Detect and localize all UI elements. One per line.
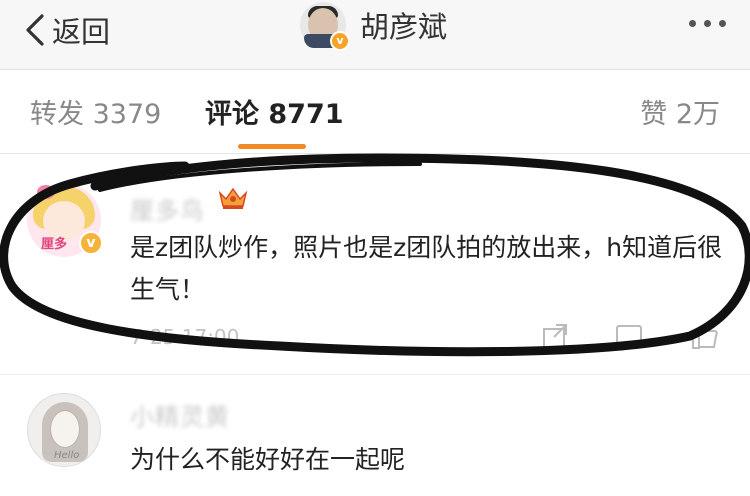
comment-timestamp: 7-25 17:00 xyxy=(130,325,240,349)
back-button[interactable]: 返回 xyxy=(22,10,110,50)
comment-text: 为什么不能好好在一起呢 xyxy=(130,445,406,474)
top-nav-bar: 返回 v 胡彦斌 xyxy=(0,0,750,70)
comment-tabs: 转发 3379 评论 8771 赞 2万 xyxy=(0,70,750,154)
thumbs-up-icon[interactable] xyxy=(690,321,720,351)
profile-title[interactable]: v 胡彦斌 xyxy=(300,0,448,51)
tab-repost[interactable]: 转发 3379 xyxy=(30,92,161,131)
more-options-icon[interactable] xyxy=(689,20,726,27)
avatar[interactable]: Hello xyxy=(27,393,101,467)
avatar[interactable]: v xyxy=(300,2,350,51)
gold-verified-badge-icon: v xyxy=(79,231,103,255)
comment-username[interactable]: 小精灵黄 xyxy=(130,397,230,432)
comment-username[interactable]: 厘多鸟 xyxy=(130,191,205,226)
tab-likes[interactable]: 赞 2万 xyxy=(640,92,720,131)
crown-icon xyxy=(218,187,248,209)
verified-badge-icon: v xyxy=(330,31,350,51)
tab-comments[interactable]: 评论 8771 xyxy=(205,92,344,131)
avatar[interactable]: 厘多 v xyxy=(27,183,103,257)
page-title: 胡彦斌 xyxy=(360,10,448,44)
list-item[interactable]: 厘多 v 厘多鸟 是z团队炒作，照片也是z团队拍的放出来，h知道后很生气！ 7-… xyxy=(0,155,750,373)
list-item[interactable]: Hello 小精灵黄 为什么不能好好在一起呢 xyxy=(0,374,750,496)
avatar-caption: Hello xyxy=(54,450,80,461)
avatar-tag: 厘多 xyxy=(41,237,68,252)
active-tab-indicator xyxy=(238,144,306,149)
comment-text: 是z团队炒作，照片也是z团队拍的放出来，h知道后很生气！ xyxy=(130,233,723,304)
back-label: 返回 xyxy=(52,15,111,49)
comment-icon[interactable] xyxy=(614,321,644,351)
repost-icon[interactable] xyxy=(540,321,570,351)
chevron-left-icon xyxy=(26,14,44,46)
